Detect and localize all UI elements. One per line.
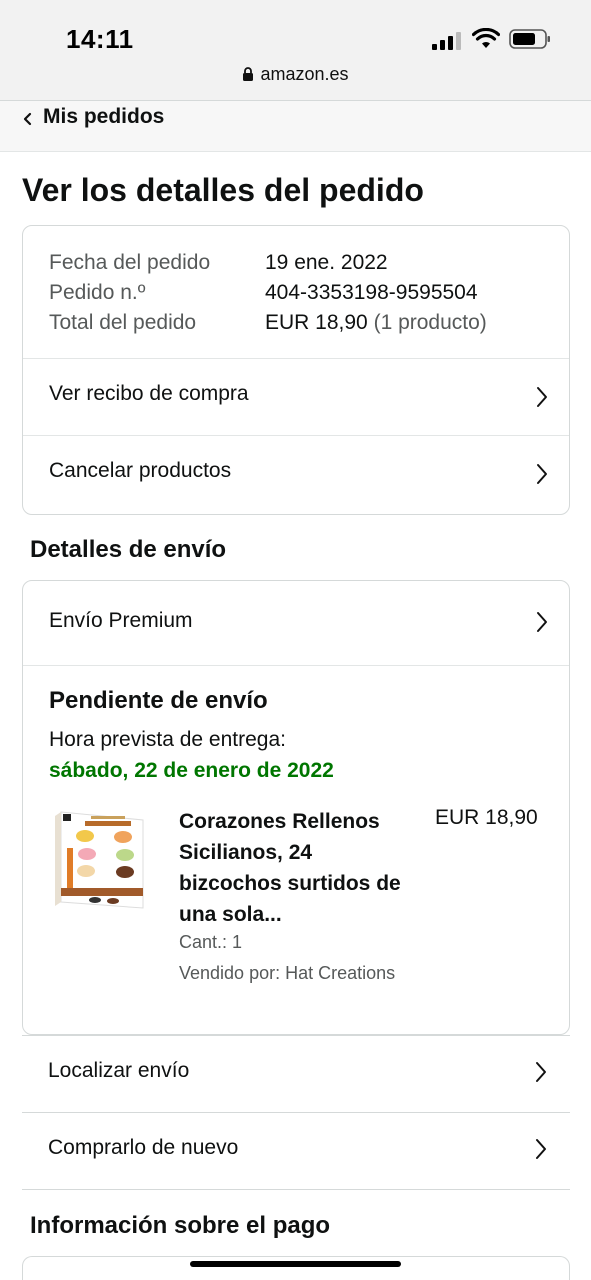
chevron-right-icon	[537, 464, 547, 484]
delivery-eta-date: sábado, 22 de enero de 2022	[49, 759, 334, 782]
page-title: Ver los detalles del pedido	[22, 172, 424, 208]
order-number-row: Pedido n.º 404-3353198-9595504	[49, 278, 487, 308]
chevron-right-icon	[536, 1062, 546, 1082]
divider	[23, 665, 569, 666]
shipping-method-label: Envío Premium	[49, 609, 193, 632]
order-date-row: Fecha del pedido 19 ene. 2022	[49, 248, 487, 278]
order-total-amount: EUR 18,90	[265, 311, 368, 334]
chevron-right-icon	[537, 387, 547, 407]
order-total-label: Total del pedido	[49, 311, 197, 334]
url-text: amazon.es	[260, 64, 349, 84]
chevron-right-icon	[537, 612, 547, 632]
order-summary-card: Fecha del pedido 19 ene. 2022 Pedido n.º…	[22, 225, 570, 515]
order-total-value: EUR 18,90 (1 producto)	[265, 308, 487, 338]
product-image[interactable]	[55, 808, 151, 910]
cellular-signal-icon	[432, 30, 462, 50]
order-number-value: 404-3353198-9595504	[265, 281, 478, 304]
address-bar[interactable]: amazon.es	[0, 64, 591, 85]
order-info: Fecha del pedido 19 ene. 2022 Pedido n.º…	[49, 248, 487, 338]
payment-heading: Información sobre el pago	[30, 1212, 331, 1239]
home-indicator[interactable]	[190, 1261, 401, 1267]
cancel-products-label: Cancelar productos	[49, 459, 232, 482]
buy-again-link[interactable]: Comprarlo de nuevo	[22, 1112, 570, 1190]
breadcrumb-mis-pedidos[interactable]: Mis pedidos	[43, 105, 164, 129]
chevron-left-icon	[23, 112, 32, 126]
product-seller: Vendido por: Hat Creations	[179, 963, 396, 983]
breadcrumb[interactable]: Mis pedidos	[0, 100, 591, 152]
order-date-value: 19 ene. 2022	[265, 251, 388, 274]
shipping-heading: Detalles de envío	[30, 536, 227, 563]
delivery-eta-label: Hora prevista de entrega:	[49, 728, 286, 751]
chevron-right-icon	[536, 1139, 546, 1159]
product-quantity: Cant.: 1	[179, 932, 243, 952]
status-time: 14:11	[66, 24, 134, 54]
view-receipt-label: Ver recibo de compra	[49, 382, 249, 405]
browser-chrome: 14:11 amazon.es	[0, 0, 591, 100]
cancel-products-link[interactable]: Cancelar productos	[23, 435, 569, 514]
order-number-label: Pedido n.º	[49, 281, 146, 304]
track-package-link[interactable]: Localizar envío	[22, 1035, 570, 1113]
battery-icon	[509, 29, 550, 49]
track-package-label: Localizar envío	[48, 1059, 190, 1082]
wifi-icon	[472, 28, 500, 48]
order-date-label: Fecha del pedido	[49, 251, 211, 274]
shipment-status: Pendiente de envío	[49, 687, 268, 714]
order-item-count: (1 producto)	[373, 311, 487, 334]
product-name-link[interactable]: Corazones Rellenos Sicilianos, 24 bizcoc…	[179, 806, 419, 930]
shipping-card: Envío Premium Pendiente de envío Hora pr…	[22, 580, 570, 1035]
lock-icon	[243, 67, 254, 81]
order-total-row: Total del pedido EUR 18,90 (1 producto)	[49, 308, 487, 338]
shipping-method-link[interactable]: Envío Premium	[23, 581, 569, 665]
buy-again-label: Comprarlo de nuevo	[48, 1136, 239, 1159]
view-receipt-link[interactable]: Ver recibo de compra	[23, 358, 569, 436]
product-price: EUR 18,90	[435, 806, 538, 829]
payment-card	[22, 1256, 570, 1280]
